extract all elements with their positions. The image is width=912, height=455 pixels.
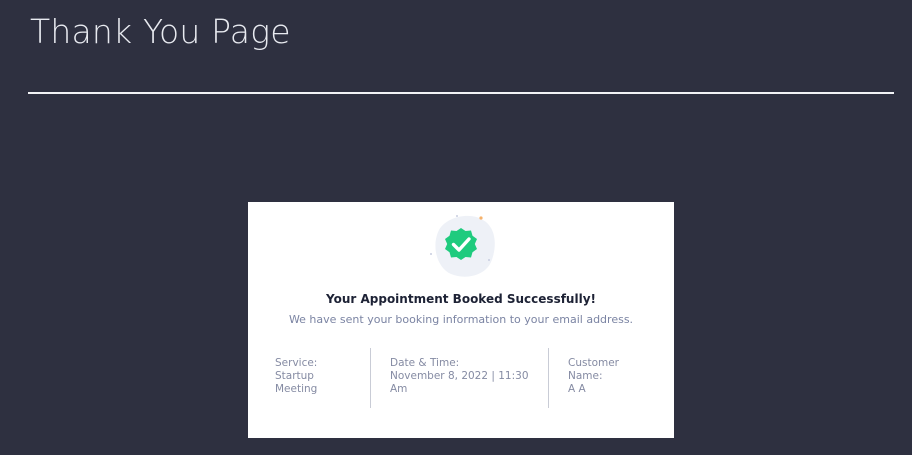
booking-details: Service: Startup Meeting Date & Time: No… <box>248 348 674 408</box>
detail-datetime: Date & Time: November 8, 2022 | 11:30 Am <box>390 348 530 408</box>
title-divider <box>28 92 894 94</box>
details-divider <box>548 348 549 408</box>
details-divider <box>370 348 371 408</box>
detail-customer: Customer Name: A A <box>568 348 648 408</box>
success-message: We have sent your booking information to… <box>288 313 634 326</box>
check-badge-icon <box>421 208 503 282</box>
service-value: Startup Meeting <box>275 370 318 395</box>
service-label: Service: <box>275 357 318 369</box>
page-title: Thank You Page <box>30 12 291 51</box>
detail-service: Service: Startup Meeting <box>275 348 355 408</box>
customer-label: Customer Name: <box>568 357 620 382</box>
datetime-label: Date & Time: <box>390 357 460 369</box>
success-heading: Your Appointment Booked Successfully! <box>326 292 596 306</box>
confirmation-card: Your Appointment Booked Successfully! We… <box>248 202 674 438</box>
customer-value: A A <box>568 383 586 395</box>
check-badge-illustration <box>430 215 495 277</box>
datetime-value: November 8, 2022 | 11:30 Am <box>390 370 529 395</box>
